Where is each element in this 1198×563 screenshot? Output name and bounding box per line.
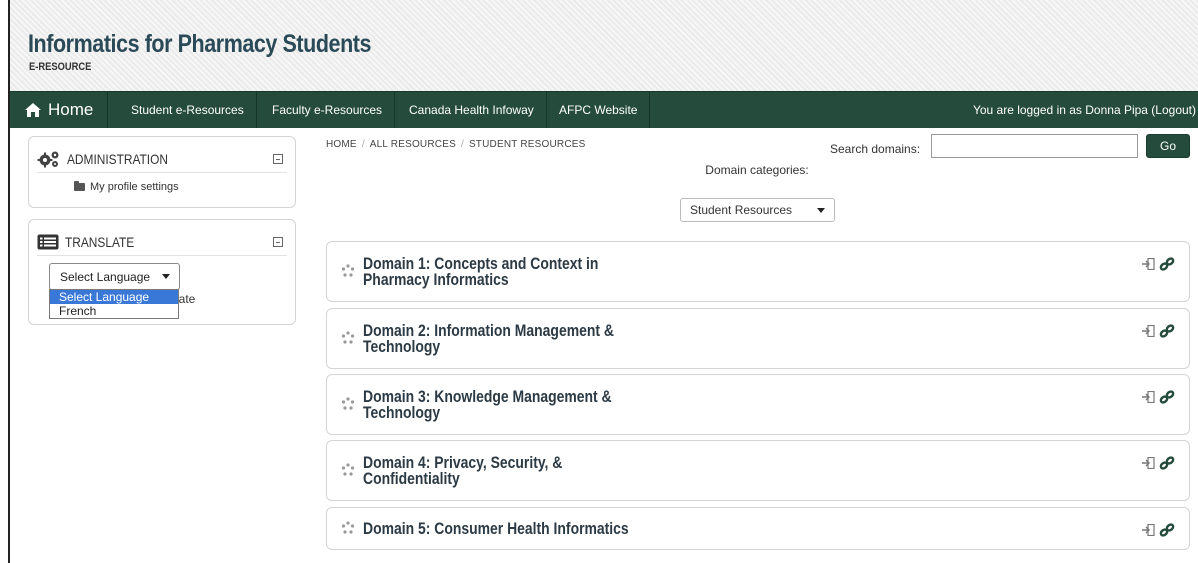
go-button[interactable]: Go: [1146, 134, 1190, 158]
domain-categories-select[interactable]: Student Resources: [680, 198, 835, 222]
domain-title-line: Technology: [363, 403, 441, 422]
language-select[interactable]: Select Language: [49, 263, 180, 290]
link-icon[interactable]: [1159, 456, 1175, 470]
move-icon[interactable]: [341, 463, 355, 477]
domain-card-4[interactable]: Domain 4: Privacy, Security, & Confident…: [326, 440, 1190, 501]
home-icon: [25, 103, 41, 117]
breadcrumb-student-resources[interactable]: STUDENT RESOURCES: [469, 139, 586, 150]
site-subtitle: E-RESOURCE: [29, 61, 92, 73]
folder-icon: [74, 181, 85, 191]
domain-title-line: Confidentiality: [363, 469, 460, 488]
language-select-value: Select Language: [60, 269, 151, 284]
breadcrumb-all-resources[interactable]: ALL RESOURCES: [370, 139, 456, 150]
link-icon[interactable]: [1159, 324, 1175, 338]
domain-categories-value: Student Resources: [690, 203, 793, 217]
domain-title-3[interactable]: Domain 3: Knowledge Management & Technol…: [363, 388, 612, 422]
main-navbar: Home Student e-Resources Faculty e-Resou…: [10, 91, 1198, 128]
list-icon: [37, 234, 59, 249]
nav-student-resources[interactable]: Student e-Resources: [119, 92, 257, 128]
move-icon[interactable]: [341, 264, 355, 278]
caret-down-icon: [817, 208, 825, 213]
move-icon[interactable]: [341, 397, 355, 411]
domain-title-1[interactable]: Domain 1: Concepts and Context in Pharma…: [363, 255, 598, 289]
administration-title: ADMINISTRATION: [67, 150, 168, 167]
nav-home-label: Home: [48, 100, 94, 119]
domain-title-5[interactable]: Domain 5: Consumer Health Informatics: [363, 519, 629, 538]
domain-actions: [1141, 257, 1175, 271]
page-frame: Informatics for Pharmacy Students E-RESO…: [8, 0, 1198, 563]
domain-actions: [1141, 456, 1175, 470]
site-title[interactable]: Informatics for Pharmacy Students: [28, 30, 371, 59]
domain-title-line: Domain 5: Consumer Health Informatics: [363, 519, 629, 538]
nav-afpc-website[interactable]: AFPC Website: [547, 92, 651, 128]
domain-actions: [1141, 324, 1175, 338]
translate-header: TRANSLATE: [37, 228, 287, 256]
language-option-french[interactable]: French: [50, 304, 178, 318]
move-icon[interactable]: [341, 521, 355, 535]
nav-faculty-resources[interactable]: Faculty e-Resources: [260, 92, 396, 128]
domain-actions: [1141, 390, 1175, 404]
translate-block: TRANSLATE slate Select Language Select L…: [28, 219, 296, 325]
link-icon[interactable]: [1159, 390, 1175, 404]
caret-down-icon: [162, 274, 170, 279]
search-label: Search domains:: [830, 142, 921, 156]
enter-icon[interactable]: [1141, 258, 1155, 270]
link-icon[interactable]: [1159, 257, 1175, 271]
domain-card-3[interactable]: Domain 3: Knowledge Management & Technol…: [326, 374, 1190, 435]
enter-icon[interactable]: [1141, 524, 1155, 536]
language-option-select[interactable]: Select Language: [50, 290, 178, 304]
domain-title-2[interactable]: Domain 2: Information Management & Techn…: [363, 322, 614, 356]
domain-title-line: Technology: [363, 337, 441, 356]
collapse-icon[interactable]: [273, 237, 283, 247]
domain-title-line: Pharmacy Informatics: [363, 270, 509, 289]
domain-card-2[interactable]: Domain 2: Information Management & Techn…: [326, 308, 1190, 369]
administration-header: ADMINISTRATION: [37, 145, 287, 173]
link-icon[interactable]: [1159, 523, 1175, 537]
login-info[interactable]: You are logged in as Donna Pipa (Logout): [973, 92, 1196, 128]
translate-title: TRANSLATE: [65, 233, 135, 250]
profile-settings-label: My profile settings: [90, 181, 179, 193]
search-input[interactable]: [931, 134, 1138, 158]
enter-icon[interactable]: [1141, 325, 1155, 337]
breadcrumb-home[interactable]: HOME: [326, 139, 357, 150]
domain-categories-label: Domain categories:: [705, 163, 809, 177]
enter-icon[interactable]: [1141, 457, 1155, 469]
move-icon[interactable]: [341, 331, 355, 345]
domain-title-4[interactable]: Domain 4: Privacy, Security, & Confident…: [363, 454, 562, 488]
language-dropdown-list: Select Language French: [49, 289, 179, 319]
collapse-icon[interactable]: [273, 154, 283, 164]
breadcrumb: HOME / ALL RESOURCES / STUDENT RESOURCES: [326, 139, 586, 150]
site-header: Informatics for Pharmacy Students E-RESO…: [10, 0, 1198, 91]
domain-actions: [1141, 523, 1175, 537]
enter-icon[interactable]: [1141, 391, 1155, 403]
domain-card-5[interactable]: Domain 5: Consumer Health Informatics: [326, 507, 1190, 550]
nav-home-link[interactable]: Home: [10, 92, 109, 128]
profile-settings-link[interactable]: My profile settings: [74, 181, 179, 193]
administration-block: ADMINISTRATION My profile settings: [28, 136, 296, 208]
domain-card-1[interactable]: Domain 1: Concepts and Context in Pharma…: [326, 241, 1190, 302]
nav-canada-health-infoway[interactable]: Canada Health Infoway: [397, 92, 547, 128]
gears-icon: [37, 151, 59, 167]
